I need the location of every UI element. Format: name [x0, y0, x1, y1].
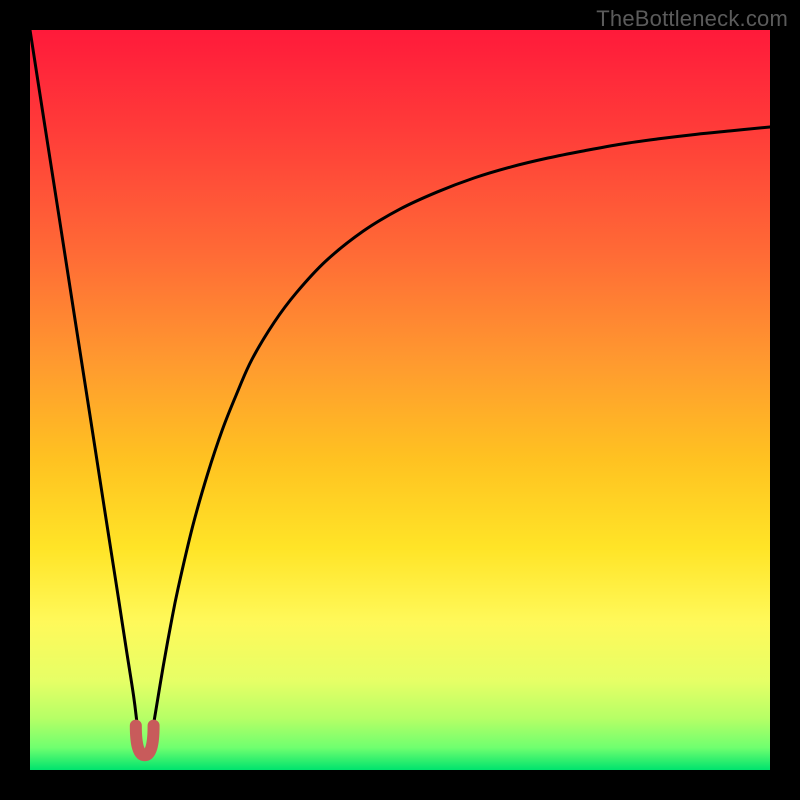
curve-layer: [30, 30, 770, 770]
curve-notch: [136, 726, 154, 756]
plot-area: [30, 30, 770, 770]
curve-right-branch: [148, 127, 770, 755]
watermark-text: TheBottleneck.com: [596, 6, 788, 32]
chart-frame: TheBottleneck.com: [0, 0, 800, 800]
curve-left-branch: [30, 30, 141, 755]
